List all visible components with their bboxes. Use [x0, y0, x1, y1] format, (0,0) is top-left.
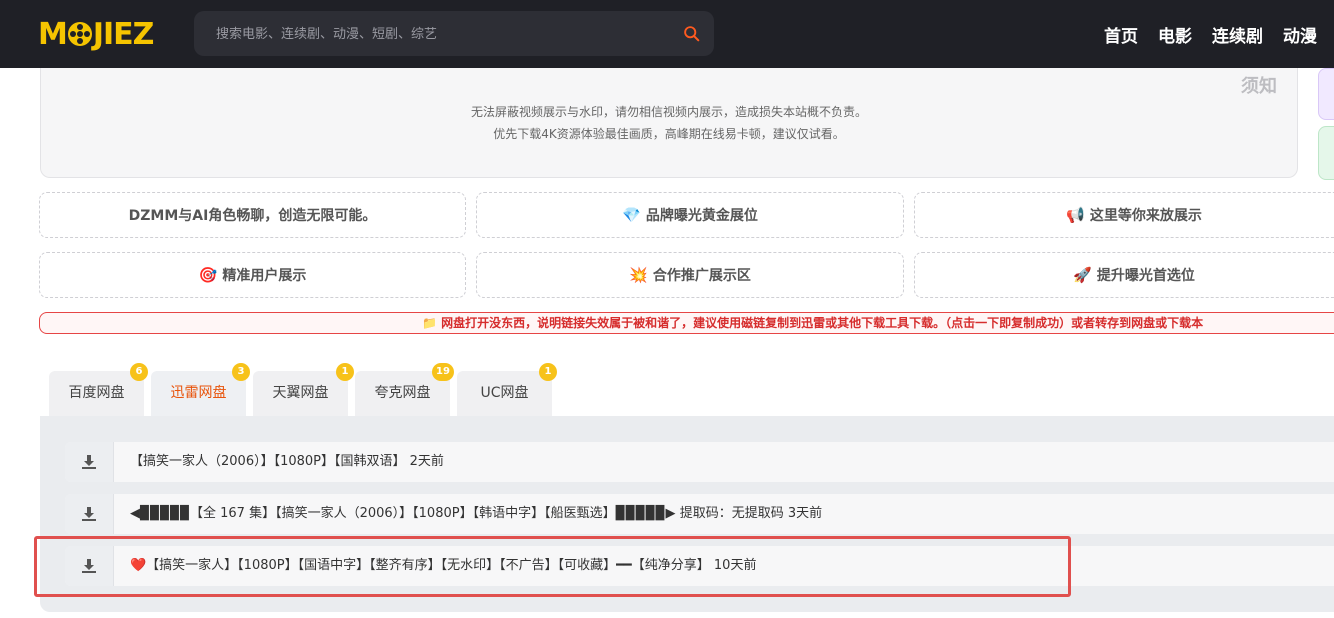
nav-series[interactable]: 连续剧	[1212, 22, 1263, 47]
side-panel-tab[interactable]	[1318, 68, 1334, 120]
copy-warning-bar[interactable]: 📁 网盘打开没东西，说明链接失效属于被和谐了，建议使用磁链复制到迅雷或其他下载工…	[39, 312, 1334, 334]
search-input[interactable]	[214, 11, 678, 58]
logo-text-suffix: JIEZ	[92, 16, 155, 52]
logo-text-prefix: M	[38, 16, 68, 52]
selection-highlight	[34, 536, 1071, 597]
link-title[interactable]: ◀▉▉▉▉▉【全 167 集】【搞笑一家人（2006）】【1080P】【韩语中字…	[130, 494, 822, 534]
warning-text: 📁 网盘打开没东西，说明链接失效属于被和谐了，建议使用磁链复制到迅雷或其他下载工…	[422, 316, 1204, 330]
tab-count-badge: 1	[539, 363, 557, 381]
link-row[interactable]: 【搞笑一家人（2006）】【1080P】【国韩双语】 2天前	[65, 442, 1334, 482]
tab-baidu[interactable]: 百度网盘	[49, 371, 144, 416]
tab-label: 迅雷网盘	[170, 385, 227, 401]
ad-slot[interactable]: 💥 合作推广展示区	[476, 252, 904, 298]
site-logo[interactable]: M JIEZ	[38, 14, 155, 54]
diamond-icon: 💎	[622, 206, 641, 224]
top-header: M JIEZ 首页 电影 连续剧 动漫	[0, 0, 1334, 68]
ad-slot[interactable]: DZMM与AI角色畅聊，创造无限可能。	[39, 192, 466, 238]
tab-label: 夸克网盘	[374, 385, 431, 401]
megaphone-icon: 📢	[1066, 206, 1085, 224]
nav-anime[interactable]: 动漫	[1283, 22, 1317, 47]
download-button[interactable]	[65, 494, 114, 534]
notice-card: 须知 无法屏蔽视频展示与水印，请勿相信视频内展示，造成损失本站概不负责。 优先下…	[40, 68, 1298, 178]
notice-line-2: 优先下载4K资源体验最佳画质，高峰期在线易卡顿，建议仅试看。	[493, 127, 845, 141]
tab-label: 天翼网盘	[272, 385, 329, 401]
main-nav: 首页 电影 连续剧 动漫	[1104, 22, 1334, 47]
side-panel-tab[interactable]	[1318, 126, 1334, 180]
ad-slot[interactable]: 🚀 提升曝光首选位	[914, 252, 1334, 298]
tab-label: 百度网盘	[68, 385, 125, 401]
notice-label: 须知	[1241, 76, 1277, 97]
target-icon: 🎯	[198, 266, 218, 284]
film-reel-icon	[67, 22, 92, 46]
nav-home[interactable]: 首页	[1104, 22, 1138, 47]
tab-count-badge: 1	[336, 363, 354, 381]
tab-uc[interactable]: UC网盘	[457, 371, 552, 416]
burst-icon: 💥	[629, 266, 648, 284]
tab-xunlei[interactable]: 迅雷网盘	[151, 371, 246, 416]
link-row[interactable]: ◀▉▉▉▉▉【全 167 集】【搞笑一家人（2006）】【1080P】【韩语中字…	[65, 494, 1334, 534]
tab-count-badge: 3	[232, 363, 250, 381]
notice-line-1: 无法屏蔽视频展示与水印，请勿相信视频内展示，造成损失本站概不负责。	[470, 105, 867, 119]
ad-label: DZMM与AI角色畅聊，创造无限可能。	[128, 208, 377, 224]
nav-movies[interactable]: 电影	[1158, 22, 1192, 47]
download-icon	[82, 455, 96, 469]
tab-tianyi[interactable]: 天翼网盘	[253, 371, 348, 416]
download-button[interactable]	[65, 442, 114, 482]
ad-slot[interactable]: 💎 品牌曝光黄金展位	[476, 192, 904, 238]
search-box	[194, 11, 714, 58]
ad-label: 这里等你来放展示	[1089, 208, 1202, 224]
ad-label: 提升曝光首选位	[1096, 268, 1195, 284]
tab-label: UC网盘	[480, 385, 529, 401]
rocket-icon: 🚀	[1073, 266, 1092, 284]
tab-count-badge: 6	[130, 363, 148, 381]
ad-slot[interactable]: 🎯 精准用户展示	[39, 252, 466, 298]
tab-count-badge: 19	[432, 363, 454, 381]
link-title[interactable]: 【搞笑一家人（2006）】【1080P】【国韩双语】 2天前	[130, 442, 444, 482]
ad-slot[interactable]: 📢 这里等你来放展示	[914, 192, 1334, 238]
ad-label: 合作推广展示区	[652, 268, 751, 284]
download-icon	[82, 507, 96, 521]
ad-label: 精准用户展示	[222, 268, 307, 284]
search-icon[interactable]	[683, 25, 700, 42]
ad-label: 品牌曝光黄金展位	[645, 208, 758, 224]
